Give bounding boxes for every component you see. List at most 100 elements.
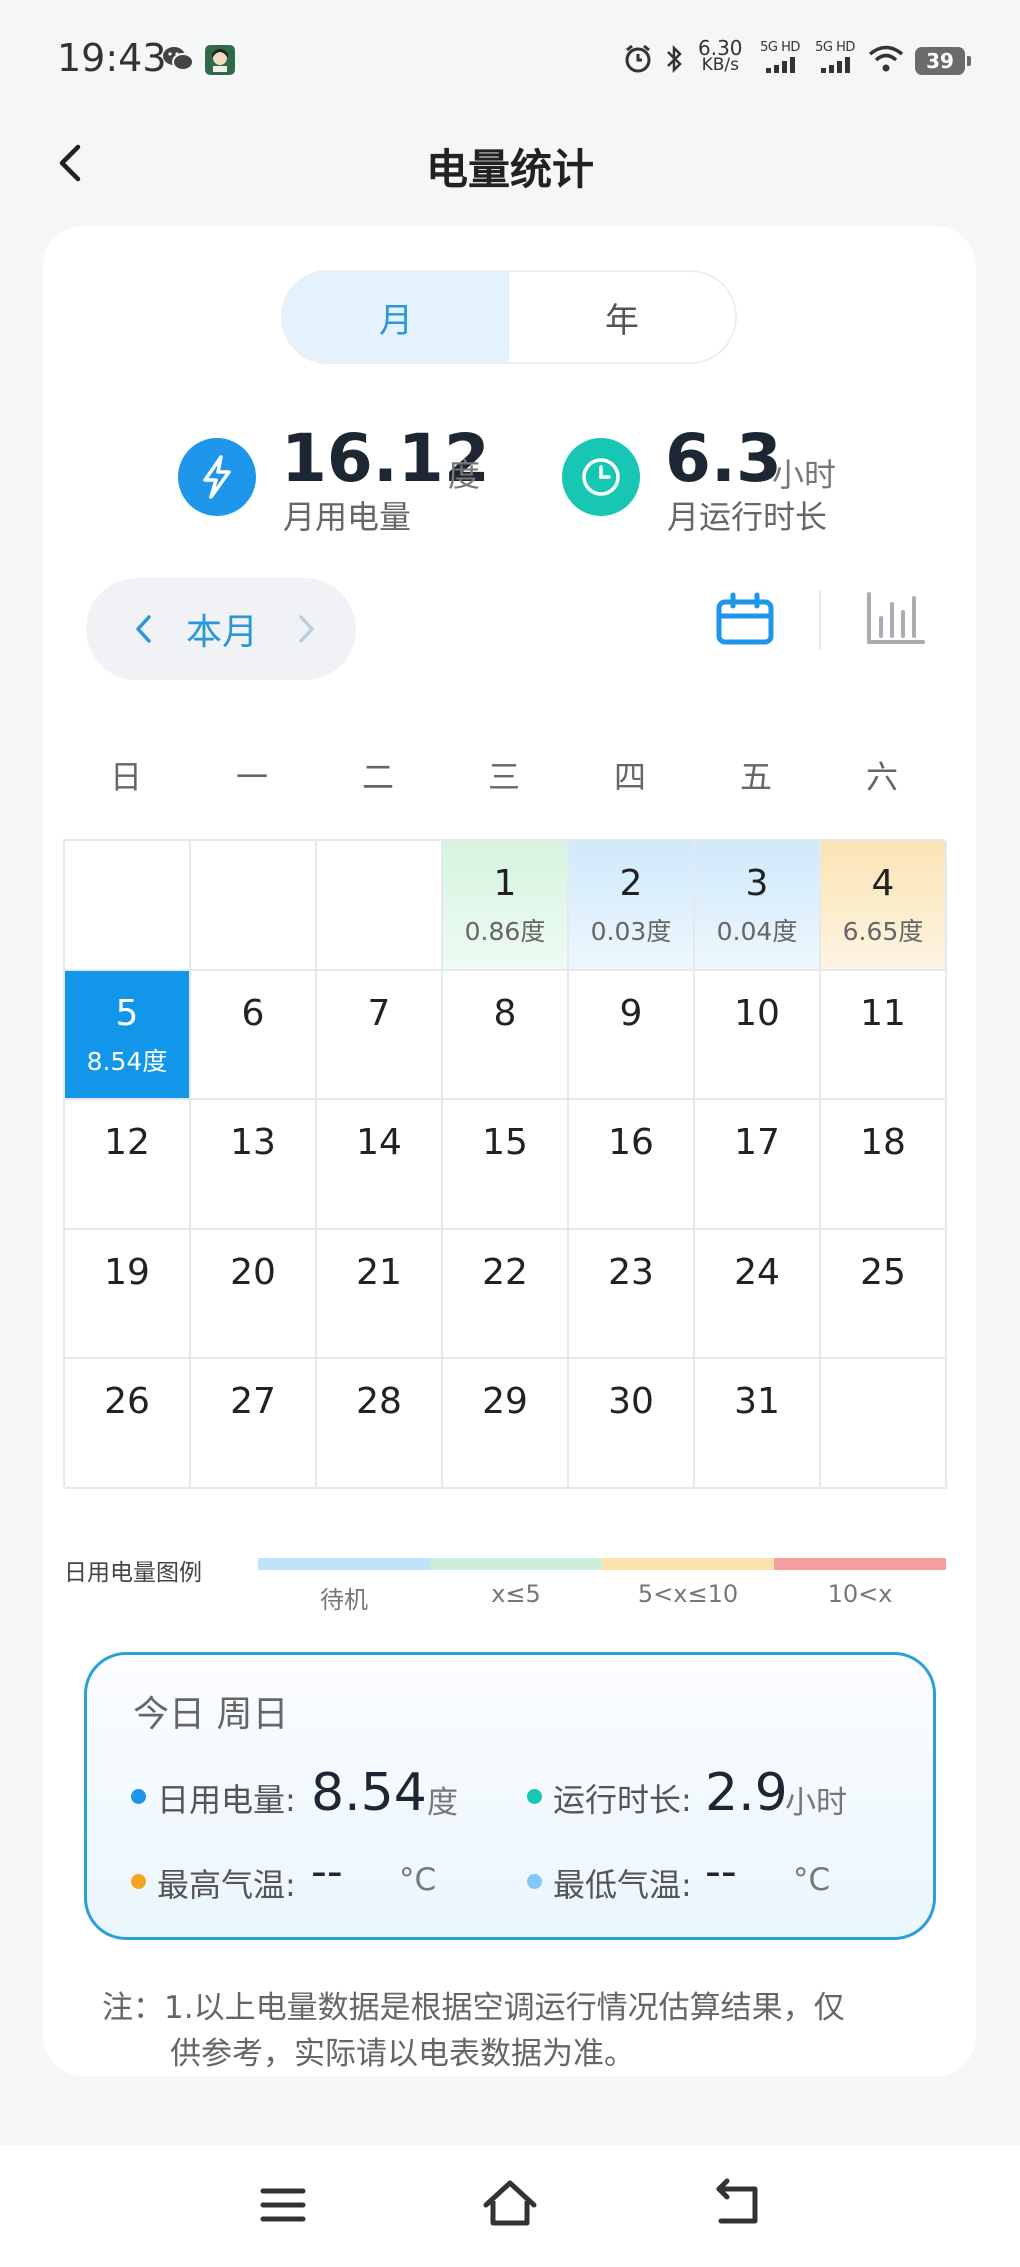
prev-month-button[interactable] <box>86 578 156 680</box>
weekday-label: 三 <box>487 758 520 796</box>
day-number: 19 <box>104 1251 150 1293</box>
calendar-day-cell[interactable]: 14 <box>317 1100 443 1230</box>
monthly-runtime-value: 6.3 <box>665 420 782 497</box>
day-number: 1 <box>493 863 517 904</box>
calendar-day-cell[interactable]: 25 <box>821 1229 947 1360</box>
day-energy-value: 8.54度 <box>86 1046 168 1076</box>
day-number: 22 <box>482 1251 528 1293</box>
status-bar: 19:43 6.30 KB/s 5G HD 5G HD 39 <box>0 0 1020 120</box>
calendar-day-cell[interactable]: 30 <box>569 1359 695 1489</box>
day-number: 11 <box>860 992 906 1034</box>
min-temp-label: 最低气温: <box>553 1866 692 1904</box>
today-max-temp: 最高气温: -- °C <box>131 1846 491 1910</box>
wifi-icon <box>866 44 906 74</box>
day-number: 18 <box>860 1122 906 1164</box>
legend-label: 待机 <box>320 1586 368 1614</box>
avatar-icon <box>205 45 235 75</box>
day-number: 27 <box>230 1381 276 1423</box>
bar-chart-view-button[interactable] <box>865 588 927 648</box>
tab-year[interactable]: 年 <box>509 272 735 362</box>
day-number: 13 <box>230 1122 276 1164</box>
calendar-day-cell[interactable]: 15 <box>443 1100 569 1230</box>
min-temp-unit: °C <box>793 1862 831 1898</box>
today-runtime-label: 运行时长: <box>553 1781 692 1819</box>
calendar-day-cell[interactable]: 9 <box>569 970 695 1101</box>
calendar-day-cell[interactable]: 18 <box>821 1100 947 1230</box>
calendar-day-cell[interactable]: 1 0.86度 <box>443 841 569 971</box>
day-number: 25 <box>860 1251 906 1293</box>
status-dot <box>527 1874 542 1889</box>
menu-button[interactable] <box>253 2175 313 2235</box>
weekday-label: 四 <box>613 758 646 796</box>
calendar-empty-cell <box>821 1359 947 1489</box>
status-time: 19:43 <box>57 36 167 80</box>
calendar-day-cell[interactable]: 10 <box>695 970 821 1101</box>
day-number: 9 <box>619 992 643 1034</box>
calendar-day-cell[interactable]: 13 <box>191 1100 317 1230</box>
back-nav-button[interactable] <box>707 2175 767 2235</box>
legend-label: x≤5 <box>491 1580 541 1608</box>
today-summary-card: 今日 周日 日用电量: 8.54 度 运行时长: 2.9 小时 最高气温: --… <box>84 1652 936 1940</box>
day-number: 5 <box>115 992 139 1034</box>
next-month-button[interactable] <box>258 578 318 680</box>
back-icon <box>716 2178 758 2224</box>
calendar-day-cell[interactable]: 28 <box>317 1359 443 1489</box>
note-line: 供参考，实际请以电表数据为准。 <box>170 2036 635 2072</box>
calendar-day-cell[interactable]: 8 <box>443 970 569 1101</box>
calendar-day-cell[interactable]: 31 <box>695 1359 821 1489</box>
day-number: 29 <box>482 1381 528 1423</box>
calendar-day-cell[interactable]: 26 <box>65 1359 191 1489</box>
day-number: 2 <box>619 863 643 904</box>
calendar-day-cell[interactable]: 11 <box>821 970 947 1101</box>
calendar-day-cell[interactable]: 19 <box>65 1229 191 1360</box>
calendar-day-cell[interactable]: 7 <box>317 970 443 1101</box>
clock-icon <box>562 438 640 516</box>
note-line: 注：1.以上电量数据是根据空调运行情况估算结果，仅 <box>102 1990 845 2026</box>
calendar-icon <box>716 592 774 645</box>
today-runtime-value: 2.9 <box>705 1763 788 1823</box>
day-number: 15 <box>482 1122 528 1164</box>
calendar-day-cell[interactable]: 6 <box>191 970 317 1101</box>
calendar-day-cell[interactable]: 22 <box>443 1229 569 1360</box>
day-number: 24 <box>734 1251 780 1293</box>
today-energy-value: 8.54 <box>311 1763 427 1823</box>
period-toggle: 月 年 <box>281 270 737 364</box>
page-title: 电量统计 <box>425 145 594 194</box>
net-speed-unit: KB/s <box>701 55 739 75</box>
tab-month[interactable]: 月 <box>283 272 509 362</box>
weekday-label: 五 <box>739 758 772 796</box>
calendar-day-cell[interactable]: 4 6.65度 <box>821 841 947 971</box>
calendar-day-cell[interactable]: 24 <box>695 1229 821 1360</box>
weekday-label: 二 <box>361 758 394 796</box>
calendar-day-cell[interactable]: 27 <box>191 1359 317 1489</box>
home-button[interactable] <box>480 2175 540 2235</box>
signal-label: 5G HD <box>760 40 800 55</box>
day-number: 30 <box>608 1381 654 1423</box>
day-number: 10 <box>734 992 780 1034</box>
calendar-day-cell[interactable]: 23 <box>569 1229 695 1360</box>
calendar-day-cell[interactable]: 16 <box>569 1100 695 1230</box>
calendar-day-cell[interactable]: 20 <box>191 1229 317 1360</box>
calendar-day-cell[interactable]: 2 0.03度 <box>569 841 695 971</box>
calendar-day-cell[interactable]: 5 8.54度 <box>65 970 191 1101</box>
calendar-day-cell[interactable]: 12 <box>65 1100 191 1230</box>
max-temp-unit: °C <box>399 1862 437 1898</box>
monthly-energy-label: 月用电量 <box>283 498 412 536</box>
calendar-view-button[interactable] <box>715 590 775 650</box>
signal-icon: 5G HD <box>756 40 804 76</box>
weekday-label: 日 <box>109 758 142 796</box>
day-number: 12 <box>104 1122 150 1164</box>
calendar-day-cell[interactable]: 17 <box>695 1100 821 1230</box>
max-temp-value: -- <box>311 1846 343 1897</box>
net-speed: 6.30 KB/s <box>698 38 743 75</box>
calendar-day-cell[interactable]: 29 <box>443 1359 569 1489</box>
calendar-day-cell[interactable]: 21 <box>317 1229 443 1360</box>
today-runtime: 运行时长: 2.9 小时 <box>527 1763 907 1825</box>
legend-label: 5<x≤10 <box>637 1580 739 1608</box>
today-runtime-unit: 小时 <box>785 1785 847 1821</box>
menu-icon <box>260 2188 306 2222</box>
status-dot <box>527 1789 542 1804</box>
calendar-day-cell[interactable]: 3 0.04度 <box>695 841 821 971</box>
legend-swatch <box>602 1558 774 1570</box>
disclaimer-note: 注：1.以上电量数据是根据空调运行情况估算结果，仅 供参考，实际请以电表数据为准… <box>102 1985 922 2077</box>
